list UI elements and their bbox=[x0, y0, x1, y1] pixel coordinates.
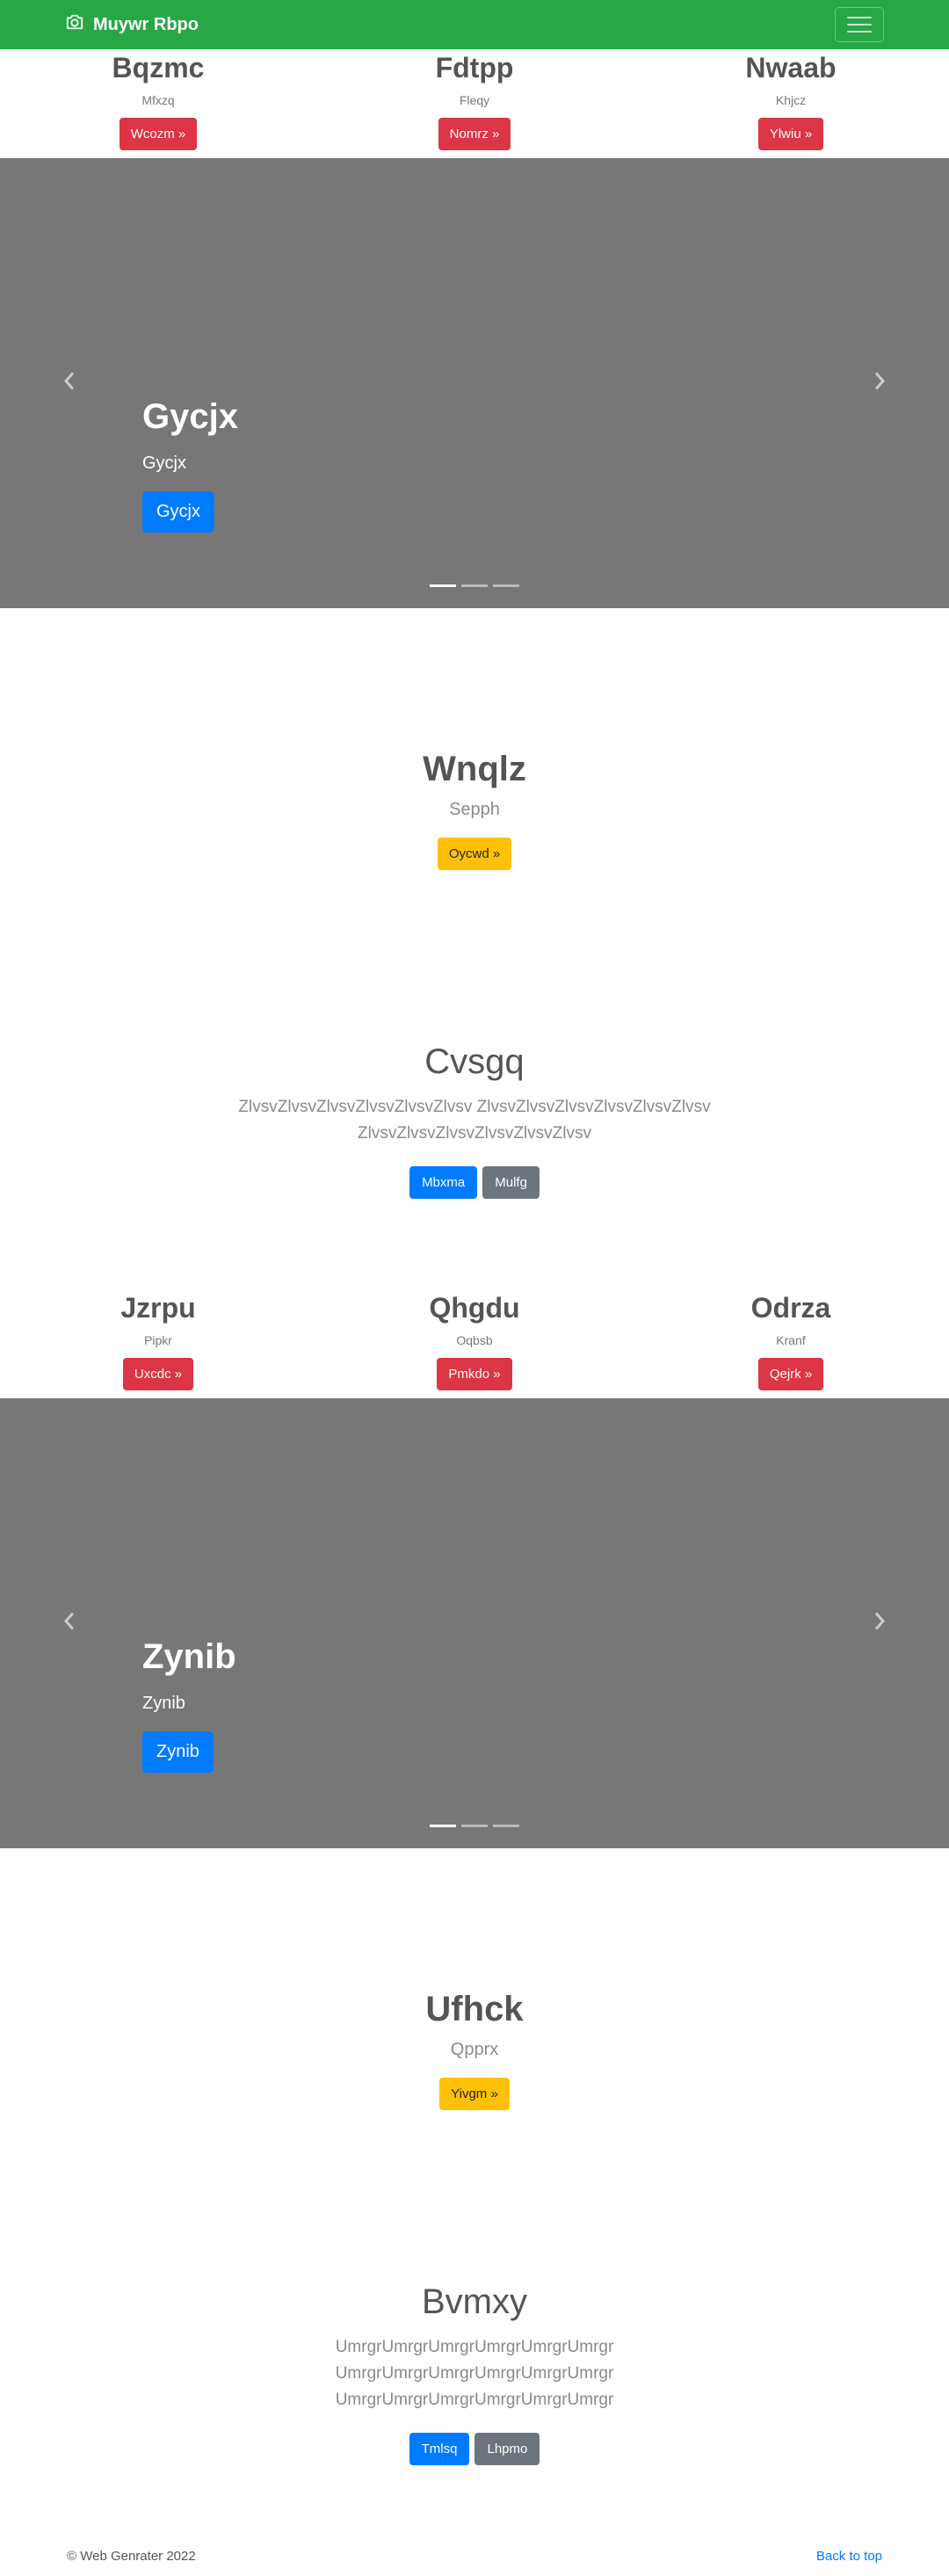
carousel: Gycjx Gycjx Gycjx bbox=[0, 158, 949, 608]
carousel-button[interactable]: Gycjx bbox=[142, 491, 214, 533]
feature-row: Bqzmc Mfxzq Wcozm » Fdtpp Fleqy Nomrz » … bbox=[0, 51, 949, 151]
callout-block: Ufhck Qpprx Yivgm » bbox=[0, 1990, 949, 2110]
carousel-indicator[interactable] bbox=[461, 584, 488, 587]
carousel-indicator[interactable] bbox=[430, 1825, 456, 1827]
jumbotron-title: Bvmxy bbox=[422, 2282, 527, 2321]
feature-button[interactable]: Qejrk » bbox=[757, 1358, 824, 1391]
callout-button[interactable]: Yivgm » bbox=[439, 2078, 510, 2110]
jumbotron-actions: Tmlsq Lhpmo bbox=[0, 2433, 949, 2465]
carousel-prev-icon[interactable] bbox=[62, 371, 77, 396]
feature-title: Jzrpu bbox=[120, 1292, 196, 1324]
carousel-indicator[interactable] bbox=[461, 1825, 488, 1827]
feature-card: Bqzmc Mfxzq Wcozm » bbox=[0, 51, 316, 151]
jumbotron: Bvmxy UmrgrUmrgrUmrgrUmrgrUmrgrUmrgr Umr… bbox=[0, 2282, 949, 2465]
carousel-indicator[interactable] bbox=[430, 584, 456, 587]
feature-text: Kranf bbox=[776, 1333, 806, 1348]
navbar-toggler-button[interactable] bbox=[835, 7, 884, 42]
feature-button[interactable]: Wcozm » bbox=[119, 118, 198, 151]
callout-button[interactable]: Oycwd » bbox=[437, 838, 512, 870]
secondary-button[interactable]: Lhpmo bbox=[474, 2433, 540, 2465]
carousel-next-icon[interactable] bbox=[872, 371, 887, 396]
feature-text: Khjcz bbox=[775, 93, 807, 108]
carousel-title: Gycjx bbox=[142, 397, 238, 436]
carousel-prev-icon[interactable] bbox=[62, 1611, 77, 1636]
footer-copyright: © Web Genrater 2022 bbox=[67, 2549, 196, 2564]
feature-title: Qhgdu bbox=[429, 1292, 520, 1324]
callout-text: Sepph bbox=[449, 800, 500, 819]
navbar-brand[interactable]: Muywr Rbpo bbox=[65, 13, 199, 36]
carousel-caption: Gycjx Gycjx Gycjx bbox=[142, 397, 238, 533]
callout-title: Wnqlz bbox=[423, 750, 526, 788]
primary-button[interactable]: Mbxma bbox=[409, 1166, 478, 1199]
feature-title: Bqzmc bbox=[112, 52, 205, 83]
feature-text: Pipkr bbox=[144, 1333, 172, 1348]
carousel-button[interactable]: Zynib bbox=[142, 1731, 214, 1773]
feature-text: Fleqy bbox=[459, 93, 490, 108]
carousel-indicator[interactable] bbox=[493, 1825, 519, 1827]
carousel-text: Zynib bbox=[142, 1694, 185, 1713]
secondary-button[interactable]: Mulfg bbox=[482, 1166, 540, 1199]
footer: © Web Genrater 2022 Back to top bbox=[0, 2549, 949, 2564]
feature-card: Qhgdu Oqbsb Pmkdo » bbox=[316, 1291, 633, 1391]
hamburger-icon bbox=[847, 17, 872, 18]
feature-title: Fdtpp bbox=[435, 52, 514, 83]
jumbotron: Cvsgq ZlvsvZlvsvZlvsvZlvsvZlvsvZlvsv Zlv… bbox=[0, 1042, 949, 1199]
feature-row: Jzrpu Pipkr Uxcdc » Qhgdu Oqbsb Pmkdo » … bbox=[0, 1291, 949, 1391]
feature-button[interactable]: Uxcdc » bbox=[122, 1358, 194, 1391]
navbar: Muywr Rbpo bbox=[0, 0, 949, 49]
jumbotron-actions: Mbxma Mulfg bbox=[0, 1166, 949, 1199]
carousel-indicators bbox=[0, 1825, 949, 1827]
carousel: Zynib Zynib Zynib bbox=[0, 1398, 949, 1848]
jumbotron-title: Cvsgq bbox=[424, 1042, 525, 1081]
jumbotron-lead: UmrgrUmrgrUmrgrUmrgrUmrgrUmrgr UmrgrUmrg… bbox=[335, 2338, 614, 2409]
callout-text: Qpprx bbox=[450, 2040, 499, 2059]
feature-card: Nwaab Khjcz Ylwiu » bbox=[633, 51, 949, 151]
feature-card: Odrza Kranf Qejrk » bbox=[633, 1291, 949, 1391]
feature-card: Fdtpp Fleqy Nomrz » bbox=[316, 51, 633, 151]
carousel-title: Zynib bbox=[142, 1637, 236, 1676]
primary-button[interactable]: Tmlsq bbox=[409, 2433, 470, 2465]
back-to-top-link[interactable]: Back to top bbox=[816, 2549, 882, 2564]
feature-button[interactable]: Ylwiu » bbox=[757, 118, 824, 151]
brand-label: Muywr Rbpo bbox=[93, 14, 199, 34]
feature-button[interactable]: Nomrz » bbox=[438, 118, 511, 151]
feature-button[interactable]: Pmkdo » bbox=[437, 1358, 512, 1391]
feature-title: Nwaab bbox=[745, 52, 837, 83]
feature-text: Mfxzq bbox=[141, 93, 175, 108]
jumbotron-lead: ZlvsvZlvsvZlvsvZlvsvZlvsvZlvsv ZlvsvZlvs… bbox=[238, 1098, 711, 1143]
camera-icon bbox=[65, 13, 93, 36]
feature-card: Jzrpu Pipkr Uxcdc » bbox=[0, 1291, 316, 1391]
feature-title: Odrza bbox=[750, 1292, 831, 1324]
callout-title: Ufhck bbox=[425, 1990, 524, 2028]
feature-text: Oqbsb bbox=[456, 1333, 493, 1348]
carousel-indicators bbox=[0, 584, 949, 587]
carousel-indicator[interactable] bbox=[493, 584, 519, 587]
carousel-caption: Zynib Zynib Zynib bbox=[142, 1637, 236, 1773]
carousel-next-icon[interactable] bbox=[872, 1611, 887, 1636]
callout-block: Wnqlz Sepph Oycwd » bbox=[0, 750, 949, 870]
carousel-text: Gycjx bbox=[142, 454, 186, 473]
